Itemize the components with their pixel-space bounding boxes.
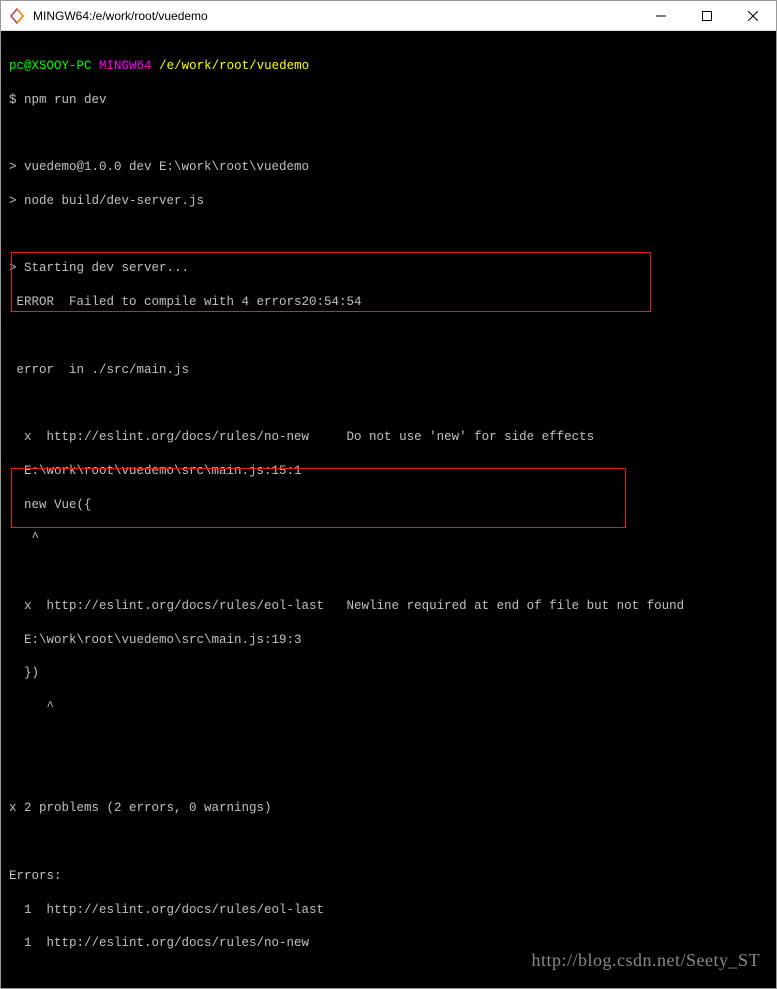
window: MINGW64:/e/work/root/vuedemo pc@XSOOY-PC…	[0, 0, 777, 989]
terminal-line: })	[9, 665, 768, 682]
terminal-line	[9, 125, 768, 142]
terminal-line: > vuedemo@1.0.0 dev E:\work\root\vuedemo	[9, 159, 768, 176]
terminal-line: $ npm run dev	[9, 92, 768, 109]
terminal-line: E:\work\root\vuedemo\src\main.js:19:3	[9, 632, 768, 649]
terminal-line: new Vue({	[9, 497, 768, 514]
prompt-path: /e/work/root/vuedemo	[159, 59, 309, 73]
terminal-line	[9, 395, 768, 412]
terminal-line	[9, 733, 768, 750]
prompt-user: pc@XSOOY-PC	[9, 59, 92, 73]
terminal-line: Errors:	[9, 868, 768, 885]
terminal-line	[9, 227, 768, 244]
app-icon	[9, 8, 25, 24]
terminal-line: > node build/dev-server.js	[9, 193, 768, 210]
terminal-line: E:\work\root\vuedemo\src\main.js:15:1	[9, 463, 768, 480]
maximize-button[interactable]	[684, 1, 730, 30]
terminal-line: 1 http://eslint.org/docs/rules/eol-last	[9, 902, 768, 919]
terminal-line: > Starting dev server...	[9, 260, 768, 277]
terminal-line: x http://eslint.org/docs/rules/eol-last …	[9, 598, 768, 615]
prompt-env: MINGW64	[99, 59, 152, 73]
window-title: MINGW64:/e/work/root/vuedemo	[33, 9, 638, 23]
terminal-line: x 2 problems (2 errors, 0 warnings)	[9, 800, 768, 817]
terminal-line: x http://eslint.org/docs/rules/no-new Do…	[9, 429, 768, 446]
titlebar[interactable]: MINGW64:/e/work/root/vuedemo	[1, 1, 776, 31]
terminal-line	[9, 969, 768, 986]
terminal-line: ERROR Failed to compile with 4 errors20:…	[9, 294, 768, 311]
terminal-line	[9, 767, 768, 784]
terminal-line	[9, 834, 768, 851]
minimize-button[interactable]	[638, 1, 684, 30]
terminal-line: error in ./src/main.js	[9, 362, 768, 379]
close-button[interactable]	[730, 1, 776, 30]
terminal[interactable]: pc@XSOOY-PC MINGW64 /e/work/root/vuedemo…	[1, 31, 776, 988]
terminal-line	[9, 564, 768, 581]
terminal-line: pc@XSOOY-PC MINGW64 /e/work/root/vuedemo	[9, 58, 768, 75]
terminal-line: ^	[9, 530, 768, 547]
terminal-line: ^	[9, 699, 768, 716]
terminal-line	[9, 328, 768, 345]
window-controls	[638, 1, 776, 30]
terminal-line: 1 http://eslint.org/docs/rules/no-new	[9, 935, 768, 952]
